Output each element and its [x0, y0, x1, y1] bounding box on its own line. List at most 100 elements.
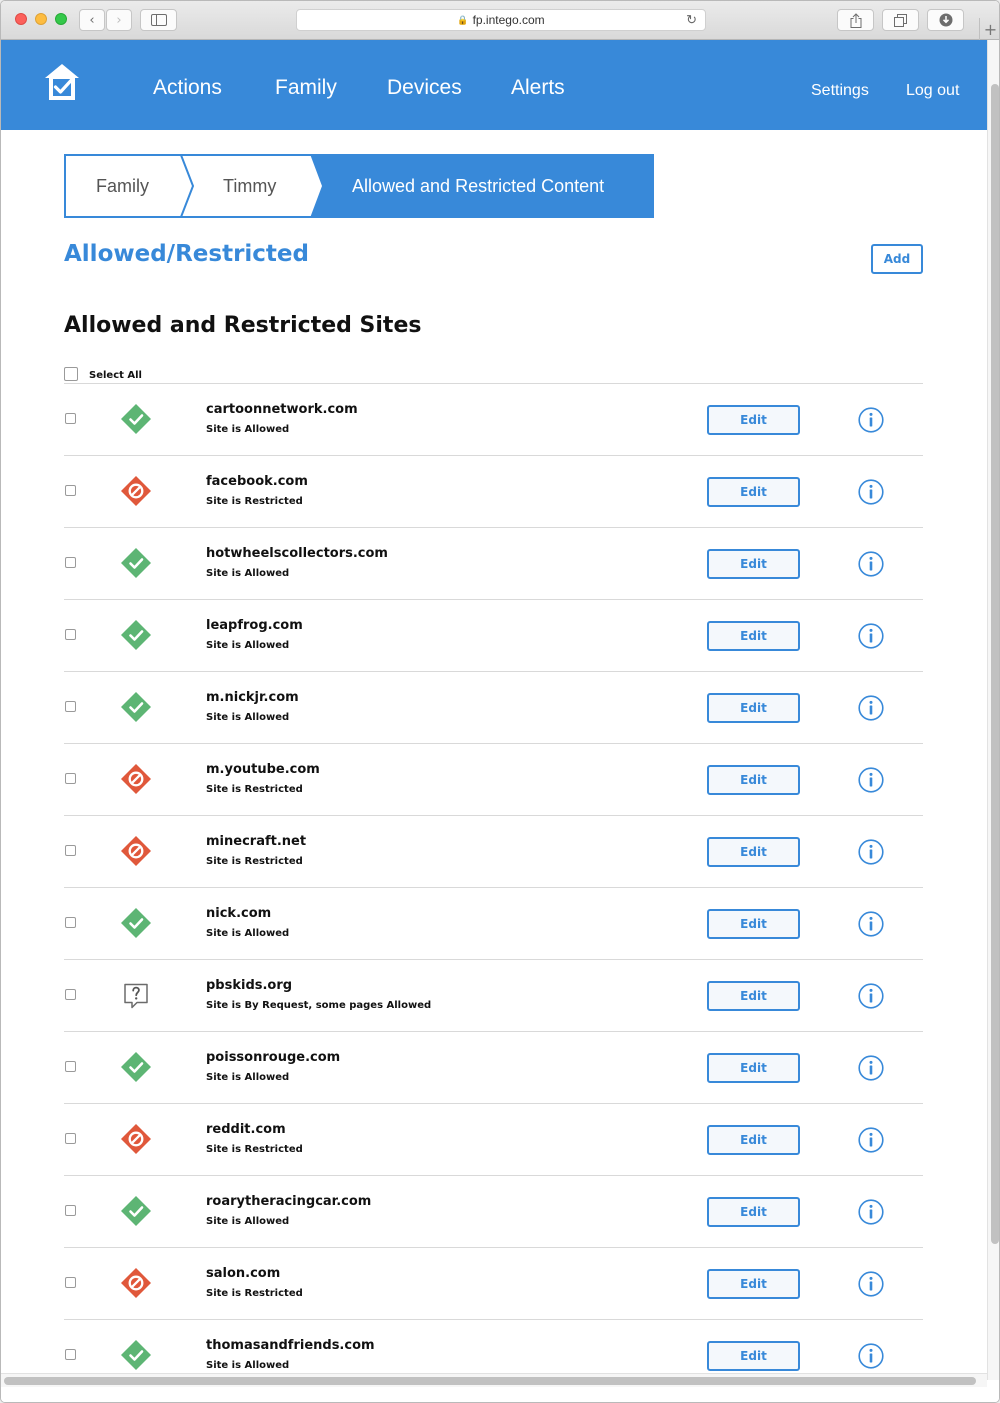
minimize-window-button[interactable] — [35, 13, 47, 25]
edit-button[interactable]: Edit — [707, 621, 800, 651]
horizontal-scroll-thumb[interactable] — [4, 1377, 976, 1385]
site-domain: poissonrouge.com — [206, 1050, 341, 1065]
nav-devices[interactable]: Devices — [387, 76, 462, 100]
allowed-check-icon — [120, 691, 152, 723]
edit-button[interactable]: Edit — [707, 693, 800, 723]
row-checkbox[interactable] — [65, 1061, 76, 1072]
info-icon[interactable] — [858, 983, 884, 1009]
site-status: Site is Allowed — [206, 1072, 290, 1083]
site-domain: cartoonnetwork.com — [206, 402, 358, 417]
nav-alerts[interactable]: Alerts — [511, 76, 565, 100]
edit-button[interactable]: Edit — [707, 765, 800, 795]
info-icon[interactable] — [858, 1127, 884, 1153]
row-checkbox[interactable] — [65, 773, 76, 784]
info-icon[interactable] — [858, 1271, 884, 1297]
row-checkbox[interactable] — [65, 413, 76, 424]
info-icon[interactable] — [858, 695, 884, 721]
select-all-label: Select All — [89, 369, 142, 381]
row-checkbox[interactable] — [65, 1277, 76, 1288]
close-window-button[interactable] — [15, 13, 27, 25]
list-item: roarytheracingcar.com Site is Allowed Edit — [64, 1176, 923, 1248]
chevron-right-icon: › — [116, 12, 122, 28]
share-icon — [850, 12, 861, 28]
select-all-checkbox[interactable] — [64, 367, 78, 381]
site-status: Site is By Request, some pages Allowed — [206, 1000, 432, 1011]
list-item: facebook.com Site is Restricted Edit — [64, 456, 923, 528]
address-bar[interactable]: 🔒 fp.intego.com ↻ — [296, 9, 706, 31]
sidebar-toggle-button[interactable] — [140, 9, 177, 31]
row-checkbox[interactable] — [65, 557, 76, 568]
info-icon[interactable] — [858, 911, 884, 937]
url-text: fp.intego.com — [472, 13, 545, 27]
list-item: reddit.com Site is Restricted Edit — [64, 1104, 923, 1176]
edit-button[interactable]: Edit — [707, 1269, 800, 1299]
edit-button[interactable]: Edit — [707, 981, 800, 1011]
info-icon[interactable] — [858, 407, 884, 433]
site-status: Site is Allowed — [206, 424, 290, 435]
tabs-overview-button[interactable] — [882, 9, 919, 31]
site-domain: nick.com — [206, 906, 272, 921]
nav-actions[interactable]: Actions — [153, 76, 222, 100]
browser-toolbar: ‹ › 🔒 fp.intego.com ↻ + — [1, 1, 999, 40]
edit-button[interactable]: Edit — [707, 1053, 800, 1083]
logout-link[interactable]: Log out — [906, 82, 959, 100]
site-status: Site is Allowed — [206, 1360, 290, 1371]
info-icon[interactable] — [858, 1199, 884, 1225]
row-checkbox[interactable] — [65, 701, 76, 712]
page-title: Allowed/Restricted — [64, 241, 309, 267]
info-icon[interactable] — [858, 767, 884, 793]
allowed-check-icon — [120, 1195, 152, 1227]
edit-button[interactable]: Edit — [707, 1341, 800, 1371]
section-title: Allowed and Restricted Sites — [64, 313, 422, 338]
row-checkbox[interactable] — [65, 485, 76, 496]
info-icon[interactable] — [858, 623, 884, 649]
row-checkbox[interactable] — [65, 629, 76, 640]
edit-button[interactable]: Edit — [707, 909, 800, 939]
add-button[interactable]: Add — [871, 244, 923, 274]
list-item: m.nickjr.com Site is Allowed Edit — [64, 672, 923, 744]
edit-button[interactable]: Edit — [707, 1125, 800, 1155]
site-domain: roarytheracingcar.com — [206, 1194, 372, 1209]
row-checkbox[interactable] — [65, 989, 76, 1000]
allowed-check-icon — [120, 1339, 152, 1371]
edit-button[interactable]: Edit — [707, 405, 800, 435]
info-icon[interactable] — [858, 1343, 884, 1369]
new-tab-button[interactable]: + — [979, 18, 999, 40]
nav-family[interactable]: Family — [275, 76, 337, 100]
info-icon[interactable] — [858, 479, 884, 505]
share-button[interactable] — [837, 9, 874, 31]
edit-button[interactable]: Edit — [707, 837, 800, 867]
site-domain: salon.com — [206, 1266, 281, 1281]
edit-button[interactable]: Edit — [707, 549, 800, 579]
settings-link[interactable]: Settings — [811, 82, 869, 100]
row-checkbox[interactable] — [65, 1133, 76, 1144]
site-status: Site is Restricted — [206, 784, 303, 795]
select-all-row: Select All — [64, 367, 142, 381]
home-check-logo-icon[interactable] — [43, 62, 81, 102]
row-checkbox[interactable] — [65, 1349, 76, 1360]
breadcrumb: Family Timmy Allowed and Restricted Cont… — [64, 154, 654, 218]
edit-button[interactable]: Edit — [707, 1197, 800, 1227]
breadcrumb-timmy[interactable]: Timmy — [223, 176, 276, 197]
row-checkbox[interactable] — [65, 1205, 76, 1216]
edit-button[interactable]: Edit — [707, 477, 800, 507]
row-checkbox[interactable] — [65, 917, 76, 928]
zoom-window-button[interactable] — [55, 13, 67, 25]
downloads-button[interactable] — [927, 9, 964, 31]
info-icon[interactable] — [858, 1055, 884, 1081]
vertical-scrollbar[interactable] — [987, 40, 999, 1380]
vertical-scroll-thumb[interactable] — [991, 84, 999, 1244]
reload-icon[interactable]: ↻ — [686, 12, 697, 28]
info-icon[interactable] — [858, 839, 884, 865]
tabs-icon — [894, 13, 907, 27]
breadcrumb-family[interactable]: Family — [96, 176, 149, 197]
horizontal-scrollbar[interactable] — [1, 1373, 987, 1387]
allowed-check-icon — [120, 547, 152, 579]
info-icon[interactable] — [858, 551, 884, 577]
site-domain: hotwheelscollectors.com — [206, 546, 388, 561]
lock-icon: 🔒 — [457, 14, 469, 25]
site-status: Site is Restricted — [206, 1144, 303, 1155]
back-button[interactable]: ‹ — [79, 9, 105, 31]
forward-button[interactable]: › — [106, 9, 132, 31]
row-checkbox[interactable] — [65, 845, 76, 856]
